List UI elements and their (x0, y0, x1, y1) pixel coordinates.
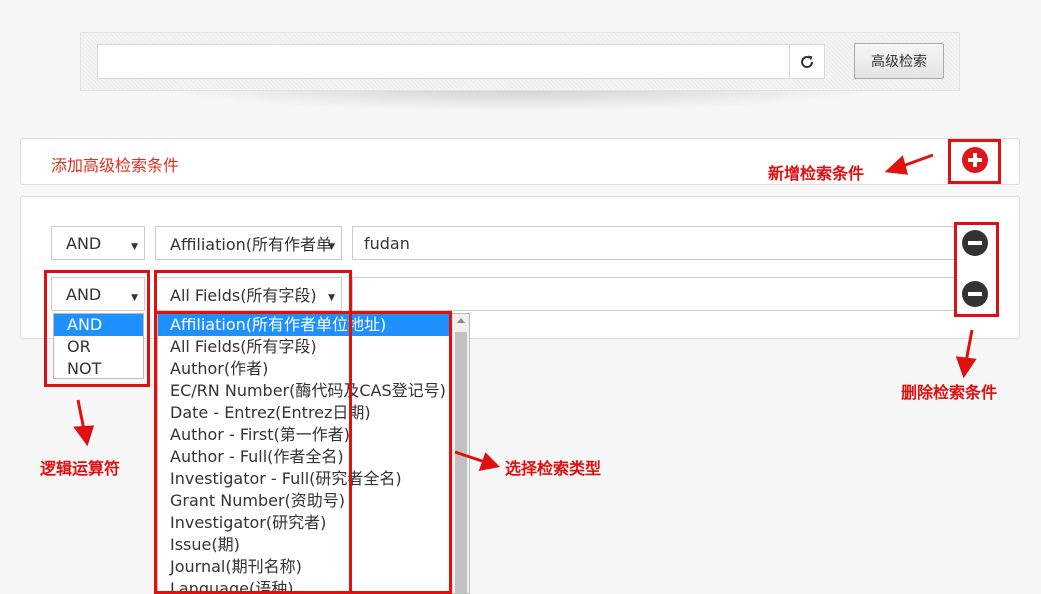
annotation-logic-operator: 逻辑运算符 (40, 459, 121, 478)
annotation-add-condition: 新增检索条件 (768, 164, 865, 183)
annotation-remove-condition: 删除检索条件 (901, 383, 998, 402)
annotation-arrows (73, 153, 977, 471)
annotation-select-field-type: 选择检索类型 (505, 459, 602, 478)
